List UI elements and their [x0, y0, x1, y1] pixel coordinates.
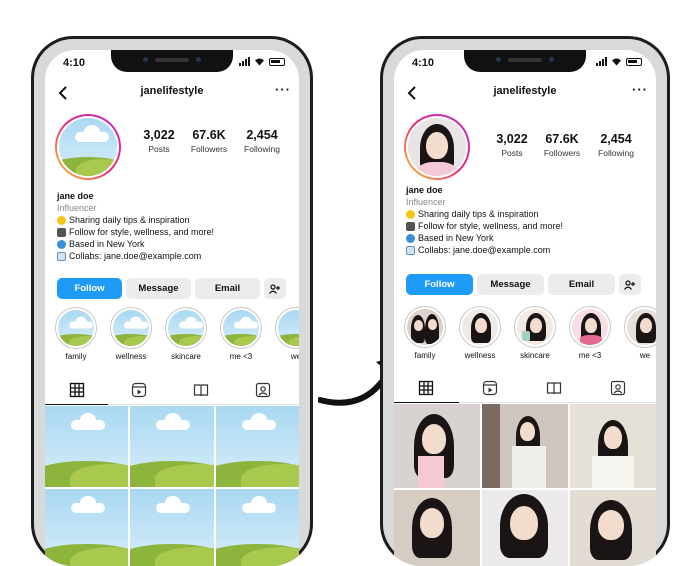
profile-tabs [45, 378, 299, 405]
posts-grid [45, 406, 299, 566]
post-thumb[interactable] [130, 406, 214, 487]
globe-icon [57, 239, 66, 249]
category-label: Influencer [57, 203, 97, 213]
reels-icon[interactable] [131, 382, 147, 398]
signal-icon [239, 57, 250, 66]
add-person-icon[interactable] [619, 274, 641, 295]
profile-stats: 3,022 Posts 67.6K Followers 2,454 Following [490, 132, 642, 158]
status-time: 4:10 [63, 57, 86, 69]
globe-icon [406, 233, 415, 243]
message-button[interactable]: Message [477, 274, 544, 295]
camera-icon [57, 227, 66, 237]
profile-bio: jane doe Influencer Sharing daily tips &… [406, 185, 564, 255]
display-name: jane doe [57, 191, 94, 201]
guides-icon[interactable] [193, 382, 209, 398]
wifi-icon [255, 58, 264, 66]
profile-stats: 3,022 Posts 67.6K Followers 2,454 Following [137, 128, 287, 154]
more-options-icon[interactable]: ··· [632, 82, 648, 97]
guides-icon[interactable] [546, 380, 562, 396]
battery-icon [626, 57, 642, 66]
post-thumb[interactable] [394, 404, 480, 488]
follow-button[interactable]: Follow [57, 278, 122, 299]
star-icon [406, 209, 415, 219]
stat-following[interactable]: 2,454 Following [237, 128, 287, 154]
post-thumb[interactable] [215, 406, 299, 487]
post-thumb[interactable] [215, 489, 299, 566]
post-thumb[interactable] [394, 490, 480, 566]
profile-bio: jane doe Influencer Sharing daily tips &… [57, 191, 215, 261]
stat-following[interactable]: 2,454 Following [590, 132, 642, 158]
tagged-icon[interactable] [255, 382, 271, 398]
notch [464, 50, 586, 72]
phone-after: 4:10 janelifestyle ··· 3,022 Posts 67.6K F… [380, 36, 670, 566]
notch [111, 50, 233, 72]
wifi-icon [612, 58, 621, 66]
post-thumb[interactable] [482, 404, 568, 488]
email-button[interactable]: Email [548, 274, 615, 295]
highlight-wellness[interactable]: wellness [108, 307, 154, 361]
profile-tabs [394, 376, 656, 403]
highlight-skincare[interactable]: skincare [512, 306, 558, 360]
reels-icon[interactable] [482, 380, 498, 396]
profile-avatar[interactable] [404, 114, 470, 180]
posts-grid [394, 404, 656, 566]
envelope-icon [57, 251, 66, 261]
highlight-wellness[interactable]: wellness [457, 306, 503, 360]
star-icon [57, 215, 66, 225]
follow-button[interactable]: Follow [406, 274, 473, 295]
stat-posts[interactable]: 3,022 Posts [137, 128, 181, 154]
profile-avatar[interactable] [55, 114, 121, 180]
post-thumb[interactable] [130, 489, 214, 566]
stat-followers[interactable]: 67.6K Followers [534, 132, 590, 158]
display-name: jane doe [406, 185, 443, 195]
highlight-family[interactable]: family [53, 307, 99, 361]
grid-icon[interactable] [69, 382, 85, 398]
grid-icon[interactable] [418, 380, 434, 396]
status-time: 4:10 [412, 57, 435, 69]
battery-icon [269, 57, 285, 66]
screen-after: 4:10 janelifestyle ··· 3,022 Posts 67.6K F… [394, 50, 656, 566]
post-thumb[interactable] [570, 404, 656, 488]
profile-username: janelifestyle [493, 85, 557, 97]
tagged-icon[interactable] [610, 380, 626, 396]
more-options-icon[interactable]: ··· [275, 82, 291, 97]
highlight-me[interactable]: me <3 [218, 307, 264, 361]
highlight-we[interactable]: we [273, 307, 299, 361]
screen-before: 4:10 janelifestyle ··· 3,022 Posts 67.6K F… [45, 50, 299, 566]
stat-followers[interactable]: 67.6K Followers [181, 128, 237, 154]
post-thumb[interactable] [570, 490, 656, 566]
post-thumb[interactable] [45, 489, 129, 566]
category-label: Influencer [406, 197, 446, 207]
envelope-icon [406, 245, 415, 255]
camera-icon [406, 221, 415, 231]
email-button[interactable]: Email [195, 278, 260, 299]
phone-before: 4:10 janelifestyle ··· 3,022 Posts 67.6K F… [31, 36, 313, 566]
message-button[interactable]: Message [126, 278, 191, 299]
signal-icon [596, 57, 607, 66]
highlight-family[interactable]: family [402, 306, 448, 360]
highlight-me[interactable]: me <3 [567, 306, 613, 360]
post-thumb[interactable] [482, 490, 568, 566]
profile-username: janelifestyle [140, 85, 204, 97]
stat-posts[interactable]: 3,022 Posts [490, 132, 534, 158]
highlight-skincare[interactable]: skincare [163, 307, 209, 361]
highlight-we[interactable]: we [622, 306, 656, 360]
post-thumb[interactable] [45, 406, 129, 487]
add-person-icon[interactable] [264, 278, 286, 299]
